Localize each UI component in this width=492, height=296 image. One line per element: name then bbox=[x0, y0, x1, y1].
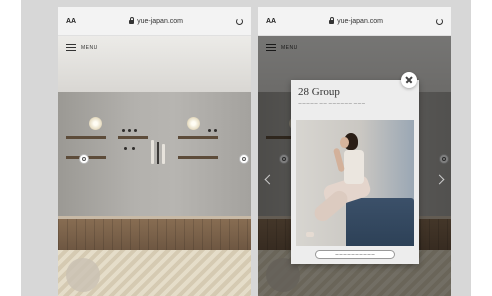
product-bottle bbox=[151, 140, 154, 164]
product bbox=[157, 142, 159, 164]
lamp bbox=[187, 117, 200, 130]
product bbox=[134, 129, 137, 132]
menu-button[interactable]: MENU bbox=[66, 44, 98, 51]
url-display[interactable]: yue-japan.com bbox=[329, 17, 384, 25]
browser-address-bar[interactable]: AA yue-japan.com bbox=[258, 7, 451, 36]
hotspot-icon[interactable] bbox=[79, 154, 89, 164]
shelf bbox=[178, 156, 218, 159]
product bbox=[122, 129, 125, 132]
phone-screen-right: AA yue-japan.com MENU 28 Group bbox=[258, 7, 451, 296]
product bbox=[128, 129, 131, 132]
product bbox=[124, 147, 127, 150]
url-text: yue-japan.com bbox=[337, 17, 384, 25]
modal-title: 28 Group bbox=[298, 86, 340, 98]
text-size-button[interactable]: AA bbox=[66, 18, 76, 25]
display-counter bbox=[58, 216, 251, 250]
product bbox=[214, 129, 217, 132]
lamp bbox=[89, 117, 102, 130]
store-panorama[interactable]: MENU bbox=[58, 36, 251, 296]
sofa bbox=[346, 198, 414, 246]
reload-icon[interactable] bbox=[235, 17, 243, 25]
shelf bbox=[66, 136, 106, 139]
hamburger-icon bbox=[66, 44, 76, 51]
url-text: yue-japan.com bbox=[137, 17, 184, 25]
browser-address-bar[interactable]: AA yue-japan.com bbox=[58, 7, 251, 36]
view-detail-button[interactable]: ーーーーーーーーーー bbox=[315, 250, 395, 259]
lock-icon bbox=[129, 17, 135, 24]
close-icon[interactable] bbox=[401, 72, 417, 88]
product-bottle bbox=[162, 144, 165, 164]
menu-label: MENU bbox=[81, 44, 98, 51]
product bbox=[132, 147, 135, 150]
modal-subtitle: ーーーーー ーー ーーーーーー ーーー bbox=[298, 101, 366, 106]
product bbox=[208, 129, 211, 132]
shelf bbox=[178, 136, 218, 139]
reload-icon[interactable] bbox=[435, 17, 443, 25]
product-modal: 28 Group ーーーーー ーー ーーーーーー ーーー ーーーーーーーーーー bbox=[291, 72, 419, 264]
lock-icon bbox=[329, 17, 335, 24]
hotspot-icon[interactable] bbox=[239, 154, 249, 164]
url-display[interactable]: yue-japan.com bbox=[129, 17, 184, 25]
model-photo bbox=[296, 120, 414, 246]
phone-screen-left: AA yue-japan.com MENU bbox=[58, 7, 251, 296]
shelf bbox=[118, 136, 148, 139]
navigation-disc-icon[interactable] bbox=[66, 258, 100, 292]
text-size-button[interactable]: AA bbox=[266, 18, 276, 25]
